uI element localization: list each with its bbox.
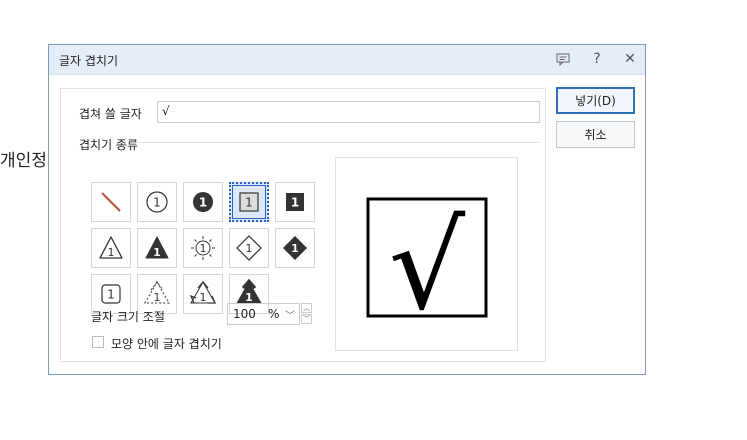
type-number: 1: [154, 291, 161, 304]
insert-button[interactable]: 넣기(D): [556, 87, 635, 114]
comment-icon[interactable]: [552, 49, 574, 69]
document-text: 개인정: [0, 151, 47, 171]
recycle-dotted-icon: 1: [143, 280, 171, 304]
circle-outline-icon: 1: [146, 191, 168, 213]
overlap-type-option[interactable]: 1: [91, 228, 131, 268]
overlap-text-label: 겹쳐 쓸 글자: [79, 107, 142, 121]
type-number: 1: [153, 196, 161, 210]
type-number: 1: [108, 246, 115, 259]
diamond-outline-icon: 1: [236, 235, 262, 261]
overlap-type-option[interactable]: 1: [183, 182, 223, 222]
overlap-type-option[interactable]: 1: [183, 228, 223, 268]
settings-panel: 겹쳐 쓸 글자 √ 겹치기 종류 1111111111111 √ 글자 크기 조…: [60, 88, 546, 362]
size-value: 100: [233, 307, 256, 321]
recycle-outline-icon: 1: [189, 280, 216, 304]
close-button[interactable]: ✕: [619, 49, 641, 69]
size-stepper[interactable]: ︿ ﹀: [301, 303, 313, 325]
overlap-type-option[interactable]: 1: [137, 182, 177, 222]
inside-shape-checkbox[interactable]: [92, 336, 104, 348]
down-arrow-icon[interactable]: ﹀: [301, 314, 312, 324]
overlap-text-input[interactable]: √: [157, 101, 540, 123]
size-label: 글자 크기 조절: [91, 310, 165, 324]
type-number: 1: [245, 196, 253, 210]
overlap-type-option[interactable]: 1: [229, 228, 269, 268]
slash-icon: [101, 192, 121, 212]
up-arrow-icon[interactable]: ︿: [301, 303, 312, 313]
cancel-button[interactable]: 취소: [556, 121, 635, 148]
group-divider: [137, 142, 539, 143]
circle-filled-icon: 1: [193, 192, 213, 212]
overlap-type-option[interactable]: 1: [275, 228, 315, 268]
inside-shape-label: 모양 안에 글자 겹치기: [111, 337, 222, 351]
overlap-type-option[interactable]: 1: [275, 182, 315, 222]
size-input[interactable]: 100 % ﹀: [227, 303, 300, 325]
overlap-type-option[interactable]: [91, 182, 131, 222]
triangle-outline-icon: 1: [99, 236, 123, 259]
rounded-square-icon: 1: [101, 284, 121, 304]
type-number: 1: [200, 291, 207, 304]
triangle-filled-icon: 1: [145, 236, 169, 259]
sun-icon: 1: [191, 236, 215, 260]
size-unit: %: [268, 307, 280, 321]
type-number: 1: [153, 246, 161, 259]
type-number: 1: [291, 242, 299, 255]
help-button[interactable]: ?: [586, 49, 608, 69]
dialog-title: 글자 겹치기: [59, 54, 119, 68]
type-number: 1: [199, 196, 207, 210]
type-number: 1: [107, 288, 115, 302]
square-outline-icon: 1: [239, 192, 259, 212]
dialog-titlebar: 글자 겹치기 ? ✕: [49, 45, 645, 75]
diamond-filled-icon: 1: [283, 236, 307, 260]
overlap-type-option[interactable]: 1: [183, 274, 223, 314]
type-number: 1: [200, 242, 207, 255]
preview-character: √: [389, 198, 466, 337]
type-number: 1: [246, 242, 253, 255]
overlap-type-option[interactable]: 1: [229, 182, 269, 222]
chevron-down-icon[interactable]: ﹀: [285, 307, 295, 322]
preview-box: √: [335, 157, 518, 351]
overlap-type-option[interactable]: 1: [137, 228, 177, 268]
overlap-characters-dialog: 글자 겹치기 ? ✕ 겹쳐 쓸 글자 √ 겹치기 종류 1 1 1 1 1 1 1 1 1 1 1 1…: [48, 44, 646, 375]
overlap-type-label: 겹치기 종류: [79, 138, 139, 152]
type-number: 1: [291, 196, 299, 210]
square-filled-icon: 1: [286, 193, 304, 211]
